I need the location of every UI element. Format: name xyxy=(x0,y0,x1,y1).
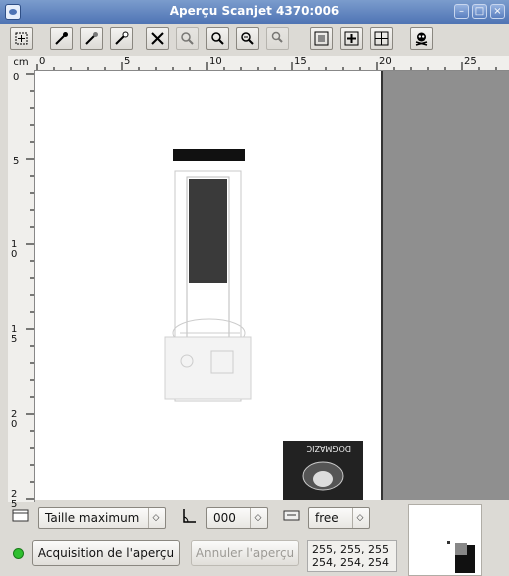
svg-text:DOGMAZIC: DOGMAZIC xyxy=(306,444,351,453)
acquire-preview-button[interactable]: Acquisition de l'aperçu xyxy=(32,540,180,566)
full-area-icon xyxy=(374,31,389,46)
page-size-icon xyxy=(12,509,29,522)
select-area-icon xyxy=(15,32,28,45)
zoom-area-button[interactable] xyxy=(206,27,229,50)
zoom-gray-pixels xyxy=(455,543,467,555)
pixel-value-enhanced: 254, 254, 254 xyxy=(312,556,389,569)
horizontal-ruler: 0 5 10 15 20 25 xyxy=(34,56,509,71)
zoom-undo-icon xyxy=(271,31,283,43)
aspect-ratio-select[interactable]: free ◇ xyxy=(308,507,370,529)
maximize-icon: □ xyxy=(474,6,485,17)
close-icon: × xyxy=(493,6,502,17)
eyedropper-black-button[interactable] xyxy=(50,27,73,50)
pixel-zoom-thumbnail xyxy=(408,504,482,576)
spin-arrows-icon: ◇ xyxy=(352,508,367,528)
hruler-label: 25 xyxy=(464,56,477,67)
toolbar xyxy=(0,24,509,56)
rotation-icon xyxy=(183,509,196,523)
zoom-in-icon xyxy=(181,32,194,45)
bottom-panel: Taille maximum ◇ 000 ◇ free ◇ Acquisitio… xyxy=(0,502,509,576)
zoom-dot xyxy=(447,541,450,544)
minimize-icon: – xyxy=(459,6,464,17)
cancel-preview-button[interactable]: Annuler l'aperçu xyxy=(191,540,299,566)
page-size-select[interactable]: Taille maximum ◇ xyxy=(38,507,166,529)
eyedropper-gray-button[interactable] xyxy=(80,27,103,50)
zoom-undo-button[interactable] xyxy=(266,27,289,50)
autoselect-icon xyxy=(314,31,329,46)
reset-selection-icon xyxy=(151,32,164,45)
delete-preview-icon xyxy=(415,32,428,46)
close-button[interactable]: × xyxy=(490,4,505,19)
full-area-button[interactable] xyxy=(370,27,393,50)
vruler-label: 10 xyxy=(11,239,18,260)
fit-selection-icon xyxy=(344,31,359,46)
window-title: Aperçu Scanjet 4370:006 xyxy=(169,4,340,18)
hruler-label: 5 xyxy=(124,56,131,67)
scanned-content: DOGMAZIC xyxy=(164,71,383,500)
rotation-value: 000 xyxy=(213,511,236,525)
hruler-label: 10 xyxy=(209,56,222,67)
rotation-select[interactable]: 000 ◇ xyxy=(206,507,268,529)
title-bar: Aperçu Scanjet 4370:006 – □ × xyxy=(0,0,509,24)
eyedropper-black-icon xyxy=(55,32,68,45)
reset-selection-button[interactable] xyxy=(146,27,169,50)
zoom-in-button[interactable] xyxy=(176,27,199,50)
hruler-label: 15 xyxy=(294,56,307,67)
vruler-label: 20 xyxy=(11,409,18,430)
vruler-label: 0 xyxy=(13,72,20,83)
select-area-button[interactable] xyxy=(10,27,33,50)
preview-canvas[interactable]: DOGMAZIC xyxy=(35,71,509,500)
zoom-area-icon xyxy=(211,32,224,45)
spin-arrows-icon: ◇ xyxy=(148,508,163,528)
ruler-unit: cm xyxy=(8,56,34,70)
eyedropper-gray-icon xyxy=(85,32,98,45)
scanned-image: DOGMAZIC xyxy=(35,71,383,500)
eyedropper-white-button[interactable] xyxy=(110,27,133,50)
delete-preview-button[interactable] xyxy=(410,27,433,50)
aspect-ratio-value: free xyxy=(315,511,339,525)
maximize-button[interactable]: □ xyxy=(472,4,487,19)
autoselect-button[interactable] xyxy=(310,27,333,50)
zoom-out-button[interactable] xyxy=(236,27,259,50)
page-size-value: Taille maximum xyxy=(45,511,140,525)
zoom-out-icon xyxy=(241,32,254,45)
spin-arrows-icon: ◇ xyxy=(250,508,265,528)
preview-area: cm 0 5 10 15 20 25 0 5 10 15 20 25 DOGMA… xyxy=(8,56,509,510)
pixel-value-readout: 255, 255, 255 254, 254, 254 xyxy=(307,540,397,572)
vruler-label: 15 xyxy=(11,324,18,345)
aspect-ratio-icon xyxy=(283,510,300,521)
pixel-value-raw: 255, 255, 255 xyxy=(312,543,389,556)
minimize-button[interactable]: – xyxy=(454,4,469,19)
hruler-label: 20 xyxy=(379,56,392,67)
hruler-label: 0 xyxy=(39,56,46,67)
fit-selection-button[interactable] xyxy=(340,27,363,50)
status-led xyxy=(13,548,24,559)
vruler-label: 5 xyxy=(13,156,20,167)
eyedropper-white-icon xyxy=(115,31,129,45)
vertical-ruler: 0 5 10 15 20 25 xyxy=(8,70,35,510)
